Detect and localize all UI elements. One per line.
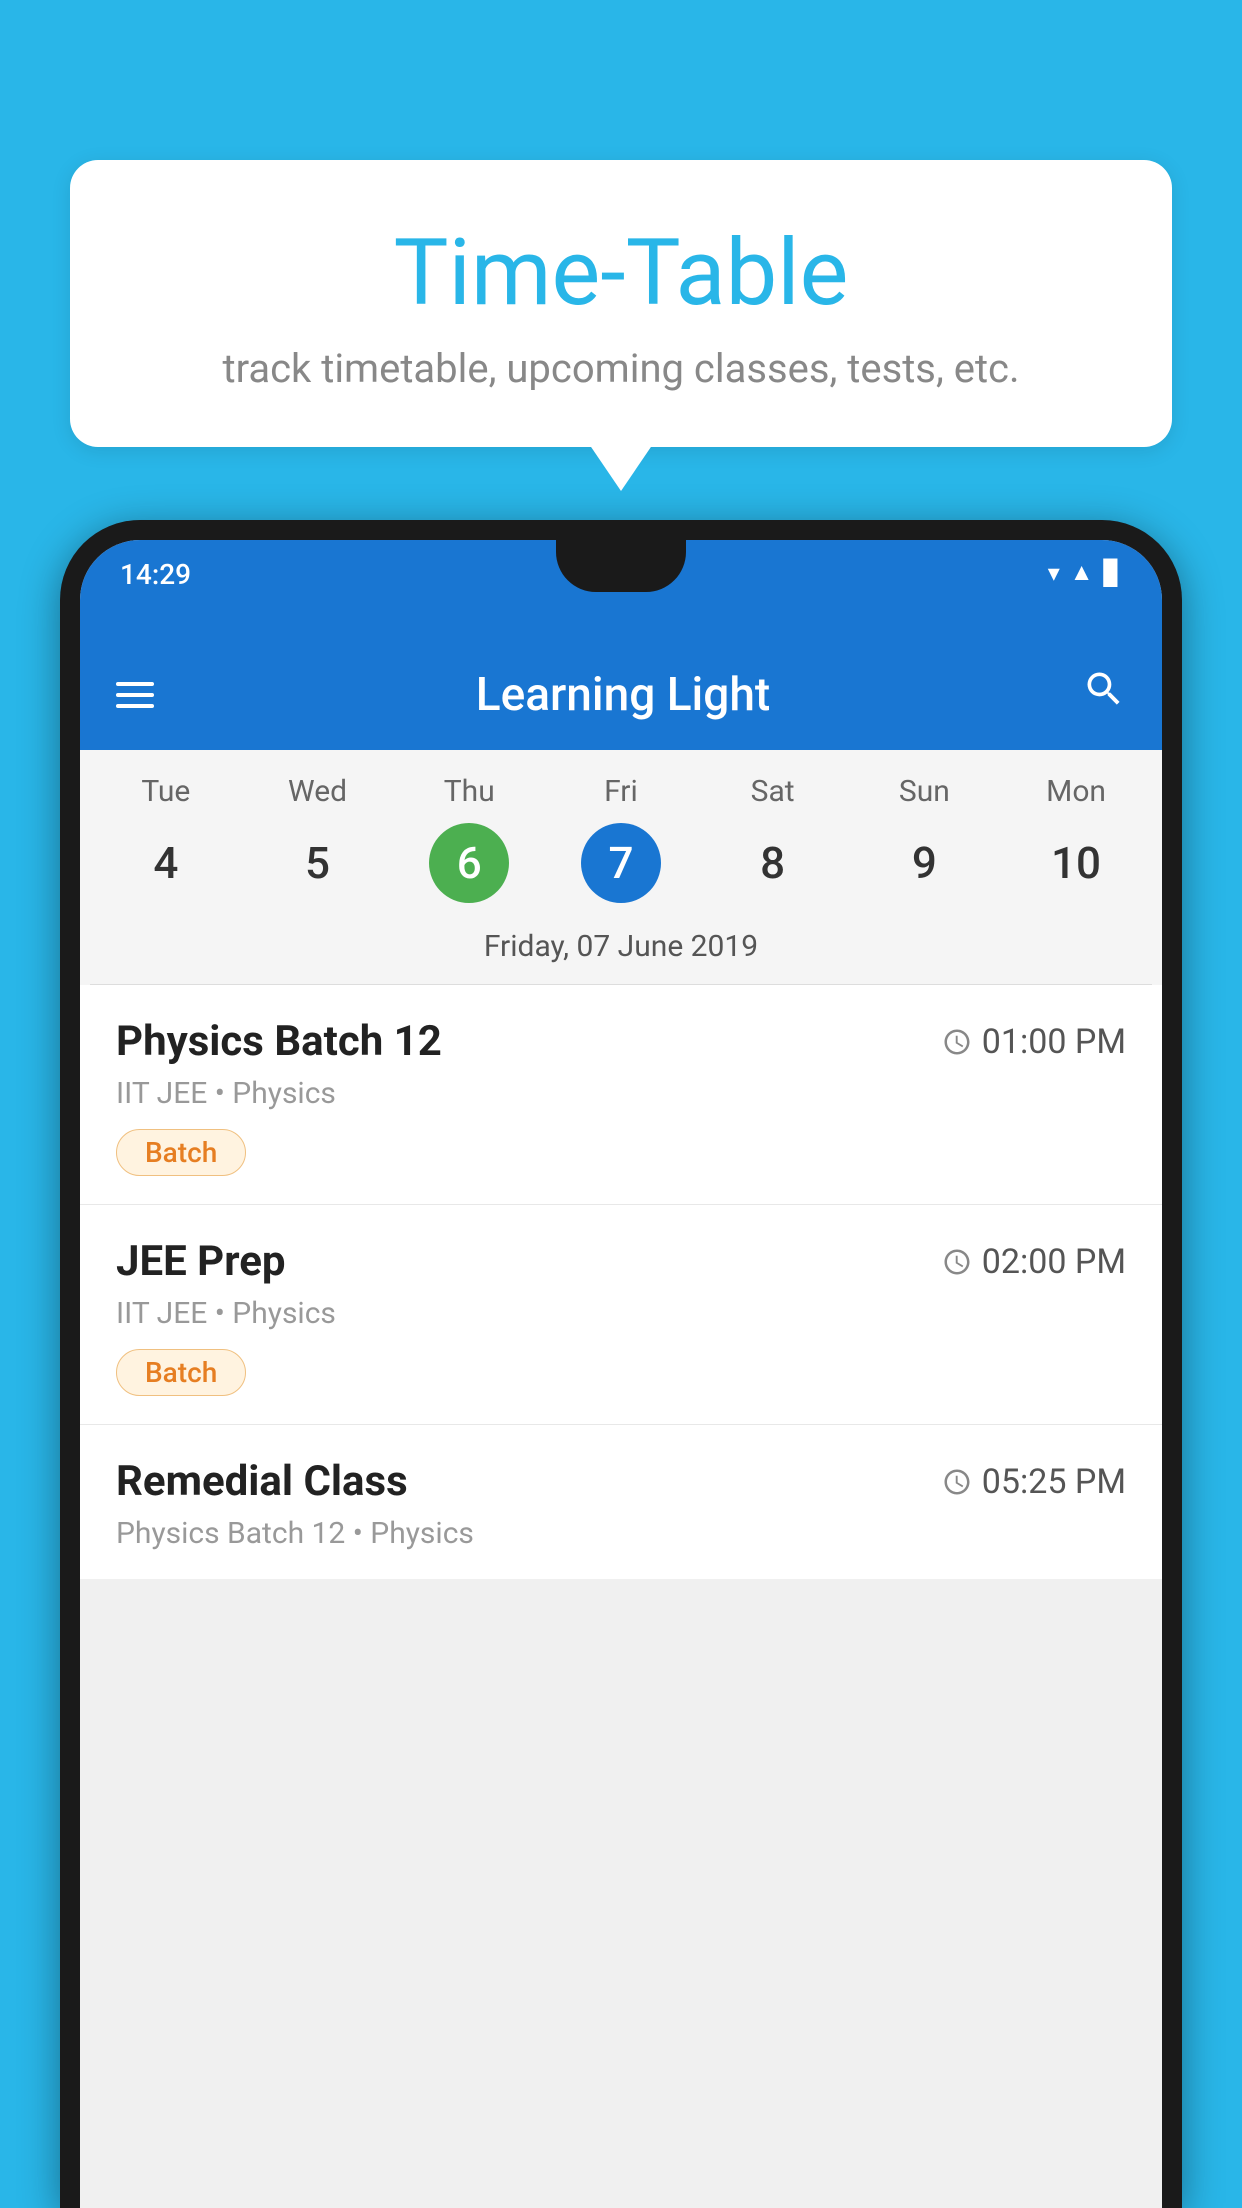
calendar-strip: Tue 4 Wed 5 Thu 6 Fri 7 Sat 8: [80, 750, 1162, 985]
schedule-time-3: 05:25 PM: [942, 1462, 1126, 1502]
clock-icon-2: [942, 1247, 972, 1277]
schedule-item-header-3: Remedial Class 05:25 PM: [116, 1457, 1126, 1506]
schedule-item-header-2: JEE Prep 02:00 PM: [116, 1237, 1126, 1286]
hamburger-menu-button[interactable]: [116, 682, 154, 708]
phone-frame: 14:29 ▾ ▲ ▊ Learning Light: [60, 520, 1182, 2208]
day-num-sat: 8: [733, 823, 813, 903]
day-name-fri: Fri: [604, 774, 638, 809]
schedule-title-3: Remedial Class: [116, 1457, 408, 1506]
day-col-wed[interactable]: Wed 5: [253, 774, 383, 903]
days-row: Tue 4 Wed 5 Thu 6 Fri 7 Sat 8: [90, 774, 1152, 913]
schedule-list: Physics Batch 12 01:00 PM IIT JEE • Phys…: [80, 985, 1162, 1579]
day-num-sun: 9: [884, 823, 964, 903]
day-col-sat[interactable]: Sat 8: [708, 774, 838, 903]
speech-bubble-section: Time-Table track timetable, upcoming cla…: [70, 160, 1172, 447]
day-num-mon: 10: [1036, 823, 1116, 903]
speech-bubble-card: Time-Table track timetable, upcoming cla…: [70, 160, 1172, 447]
schedule-time-2: 02:00 PM: [942, 1242, 1126, 1282]
search-icon[interactable]: [1082, 667, 1126, 723]
batch-badge-2: Batch: [116, 1349, 246, 1396]
day-name-wed: Wed: [288, 774, 347, 809]
day-col-tue[interactable]: Tue 4: [101, 774, 231, 903]
battery-icon: ▊: [1104, 559, 1122, 587]
schedule-subtitle-1: IIT JEE • Physics: [116, 1076, 1126, 1111]
day-col-sun[interactable]: Sun 9: [859, 774, 989, 903]
day-col-mon[interactable]: Mon 10: [1011, 774, 1141, 903]
page-title: Time-Table: [150, 220, 1092, 327]
notch-cutout: [556, 540, 686, 592]
schedule-subtitle-3: Physics Batch 12 • Physics: [116, 1516, 1126, 1551]
clock-icon-3: [942, 1467, 972, 1497]
day-name-sat: Sat: [751, 774, 795, 809]
schedule-title-2: JEE Prep: [116, 1237, 286, 1286]
page-subtitle: track timetable, upcoming classes, tests…: [150, 345, 1092, 392]
status-bar: 14:29 ▾ ▲ ▊: [80, 540, 1162, 640]
day-num-wed: 5: [278, 823, 358, 903]
day-num-fri: 7: [581, 823, 661, 903]
app-bar: Learning Light: [80, 640, 1162, 750]
selected-date-label: Friday, 07 June 2019: [90, 913, 1152, 985]
day-name-tue: Tue: [141, 774, 190, 809]
status-time: 14:29: [120, 558, 191, 591]
day-name-mon: Mon: [1046, 774, 1106, 809]
status-icons: ▾ ▲ ▊: [1048, 558, 1122, 587]
day-num-thu: 6: [429, 823, 509, 903]
schedule-item-3[interactable]: Remedial Class 05:25 PM Physics Batch 12…: [80, 1425, 1162, 1579]
schedule-item-2[interactable]: JEE Prep 02:00 PM IIT JEE • Physics Batc…: [80, 1205, 1162, 1425]
schedule-time-1: 01:00 PM: [942, 1022, 1126, 1062]
schedule-subtitle-2: IIT JEE • Physics: [116, 1296, 1126, 1331]
schedule-item-1[interactable]: Physics Batch 12 01:00 PM IIT JEE • Phys…: [80, 985, 1162, 1205]
phone-screen: 14:29 ▾ ▲ ▊ Learning Light: [80, 540, 1162, 2208]
day-name-sun: Sun: [899, 774, 950, 809]
schedule-item-header-1: Physics Batch 12 01:00 PM: [116, 1017, 1126, 1066]
schedule-title-1: Physics Batch 12: [116, 1017, 442, 1066]
day-col-thu[interactable]: Thu 6: [404, 774, 534, 903]
day-name-thu: Thu: [444, 774, 495, 809]
signal-icon: ▲: [1070, 558, 1094, 587]
clock-icon-1: [942, 1027, 972, 1057]
wifi-icon: ▾: [1048, 559, 1060, 587]
batch-badge-1: Batch: [116, 1129, 246, 1176]
app-title: Learning Light: [192, 668, 1054, 722]
day-col-fri[interactable]: Fri 7: [556, 774, 686, 903]
day-num-tue: 4: [126, 823, 206, 903]
